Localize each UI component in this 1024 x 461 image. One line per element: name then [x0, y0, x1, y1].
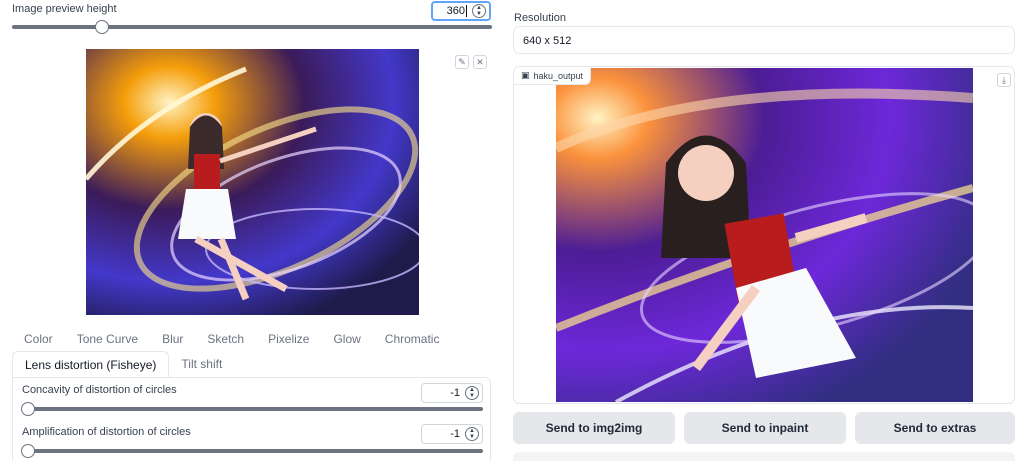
tab-pixelize[interactable]: Pixelize	[256, 332, 321, 346]
preview-height-input[interactable]: 360 ▲ ▼	[431, 1, 491, 21]
tab-glow[interactable]: Glow	[321, 332, 372, 346]
close-icon[interactable]: ✕	[473, 55, 487, 69]
amplification-label: Amplification of distortion of circles	[22, 426, 191, 438]
send-to-extras-button[interactable]: Send to extras	[855, 412, 1015, 444]
tab-lens-distortion[interactable]: Lens distortion (Fisheye)	[12, 351, 170, 378]
amplification-input[interactable]: -1 ▲ ▼	[421, 424, 483, 444]
preview-height-slider-thumb[interactable]	[95, 20, 109, 34]
pencil-icon[interactable]: ✎	[455, 55, 469, 69]
send-to-img2img-button[interactable]: Send to img2img	[513, 412, 675, 444]
amplification-slider-track[interactable]	[22, 449, 483, 453]
concavity-slider-track[interactable]	[22, 407, 483, 411]
input-image[interactable]	[86, 49, 419, 315]
concavity-slider-thumb[interactable]	[21, 402, 35, 416]
tab-sketch[interactable]: Sketch	[195, 332, 256, 346]
amplification-value: -1	[450, 428, 460, 440]
filter-tabs-row2: Lens distortion (Fisheye) Tilt shift	[12, 351, 234, 378]
bottom-panel-edge	[513, 452, 1015, 461]
concavity-stepper[interactable]: ▲ ▼	[465, 386, 479, 400]
image-icon: ▣	[521, 70, 530, 80]
preview-height-stepper[interactable]: ▲ ▼	[472, 4, 486, 18]
resolution-field[interactable]: 640 x 512	[513, 26, 1015, 54]
filter-tabs: Color Tone Curve Blur Sketch Pixelize Gl…	[12, 332, 451, 346]
concavity-input[interactable]: -1 ▲ ▼	[421, 383, 483, 403]
output-tag: ▣ haku_output	[514, 67, 592, 85]
download-icon[interactable]: ⤓	[997, 73, 1011, 87]
left-panel: Image preview height 360 ▲ ▼ ✎ ✕ Color T…	[0, 0, 503, 461]
resolution-label: Resolution	[514, 12, 566, 24]
right-panel: Resolution 640 x 512 ▣ haku_output ⤓ Sen…	[507, 0, 1024, 461]
amplification-stepper[interactable]: ▲ ▼	[465, 427, 479, 441]
output-image[interactable]	[556, 68, 973, 402]
tab-chromatic[interactable]: Chromatic	[373, 332, 452, 346]
preview-height-slider-track[interactable]	[12, 25, 492, 29]
tab-color[interactable]: Color	[12, 332, 65, 346]
tab-tone-curve[interactable]: Tone Curve	[65, 332, 150, 346]
preview-height-label: Image preview height	[12, 3, 117, 15]
concavity-label: Concavity of distortion of circles	[22, 384, 177, 396]
send-to-inpaint-button[interactable]: Send to inpaint	[684, 412, 846, 444]
preview-height-value: 360	[446, 5, 465, 17]
tab-blur[interactable]: Blur	[150, 332, 195, 346]
amplification-slider-thumb[interactable]	[21, 444, 35, 458]
output-tag-label: haku_output	[533, 70, 584, 81]
tab-tilt-shift[interactable]: Tilt shift	[169, 351, 234, 377]
concavity-value: -1	[450, 387, 460, 399]
